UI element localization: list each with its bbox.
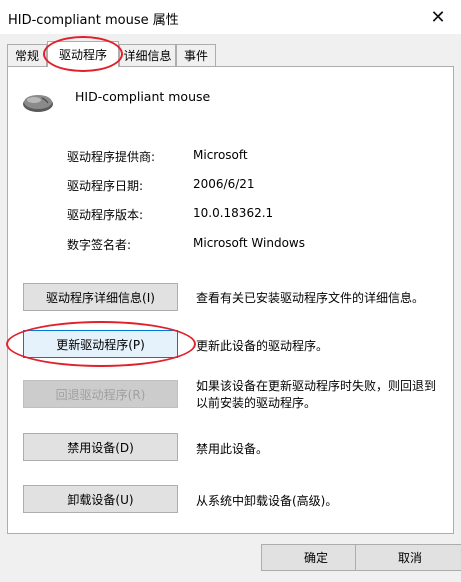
driver-version-label: 驱动程序版本: — [67, 208, 144, 222]
update-driver-description: 更新此设备的驱动程序。 — [196, 339, 329, 353]
tab-label: 驱动程序 — [58, 48, 107, 62]
driver-version-value: 10.0.18362.1 — [193, 206, 274, 220]
driver-provider-value: Microsoft — [193, 148, 248, 162]
device-name: HID-compliant mouse — [75, 89, 211, 104]
button-label: 驱动程序详细信息(I) — [46, 290, 155, 305]
button-label: 取消 — [397, 551, 422, 565]
driver-date-label: 驱动程序日期: — [67, 179, 144, 193]
digital-signer-label: 数字签名者: — [67, 238, 132, 252]
button-label: 更新驱动程序(P) — [56, 337, 145, 352]
driver-details-button[interactable]: 驱动程序详细信息(I) — [23, 283, 178, 311]
driver-panel: HID-compliant mouse 驱动程序提供商: Microsoft 驱… — [7, 66, 454, 534]
uninstall-device-description: 从系统中卸载设备(高级)。 — [196, 494, 338, 508]
close-button[interactable]: ✕ — [415, 0, 461, 34]
button-label: 禁用设备(D) — [67, 440, 134, 455]
rollback-driver-button[interactable]: 回退驱动程序(R) — [23, 380, 178, 408]
cancel-button[interactable]: 取消 — [355, 544, 461, 571]
driver-details-description: 查看有关已安装驱动程序文件的详细信息。 — [196, 291, 425, 305]
digital-signer-value: Microsoft Windows — [193, 236, 305, 250]
button-label: 回退驱动程序(R) — [55, 387, 146, 402]
tab-label: 事件 — [183, 49, 208, 63]
button-label: 卸载设备(U) — [67, 492, 134, 507]
tab-label: 详细信息 — [123, 49, 172, 63]
button-label: 确定 — [303, 551, 328, 565]
driver-date-value: 2006/6/21 — [193, 177, 255, 191]
disable-device-button[interactable]: 禁用设备(D) — [23, 433, 178, 461]
uninstall-device-button[interactable]: 卸载设备(U) — [23, 485, 178, 513]
tab-general[interactable]: 常规 — [7, 44, 47, 66]
close-icon: ✕ — [430, 6, 446, 28]
mouse-icon — [23, 95, 53, 112]
driver-provider-label: 驱动程序提供商: — [67, 150, 156, 164]
update-driver-button[interactable]: 更新驱动程序(P) — [23, 330, 178, 358]
tab-events[interactable]: 事件 — [176, 44, 216, 66]
tab-details[interactable]: 详细信息 — [119, 44, 176, 66]
window-title: HID-compliant mouse 属性 — [8, 13, 179, 28]
rollback-driver-description: 如果该设备在更新驱动程序时失败，则回退到以前安装的驱动程序。 — [196, 379, 437, 410]
tab-label: 常规 — [14, 49, 39, 63]
title-bar: HID-compliant mouse 属性 ✕ — [0, 0, 461, 34]
tab-driver[interactable]: 驱动程序 — [47, 41, 119, 67]
disable-device-description: 禁用此设备。 — [196, 442, 269, 456]
